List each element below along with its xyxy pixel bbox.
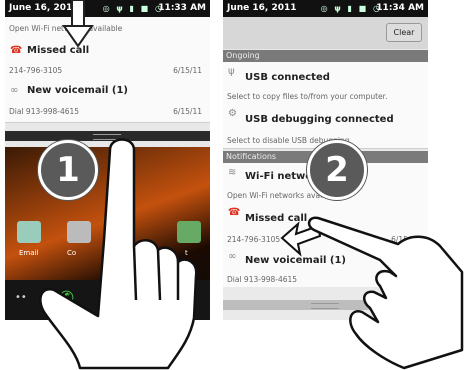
swipe-down-arrow-icon bbox=[62, 0, 94, 48]
gesture-illustrations bbox=[39, 0, 464, 370]
hand-pointing-icon bbox=[39, 138, 198, 370]
hand-tapping-icon bbox=[307, 216, 464, 370]
